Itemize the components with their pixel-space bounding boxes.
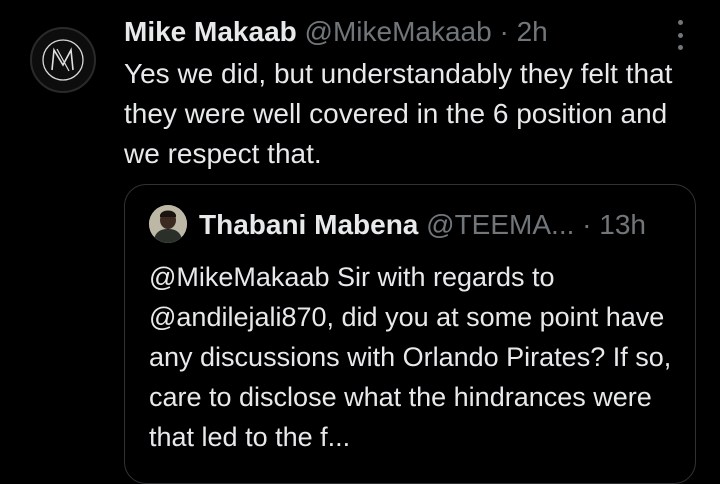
quoted-tweet[interactable]: Thabani Mabena @TEEMA... · 13h @MikeMaka… xyxy=(124,184,696,484)
author-avatar[interactable] xyxy=(30,27,96,93)
tweet-header: Mike Makaab @MikeMakaab · 2h xyxy=(124,12,548,52)
quoted-author-avatar[interactable] xyxy=(149,205,187,243)
quoted-author-name[interactable]: Thabani Mabena xyxy=(199,209,418,240)
quoted-author-handle[interactable]: @TEEMA... xyxy=(426,209,574,240)
separator-dot: · xyxy=(499,16,509,47)
monogram-m-logo-icon xyxy=(42,39,84,81)
quoted-tweet-text: @MikeMakaab Sir with regards to @andilej… xyxy=(149,262,672,452)
more-options-icon[interactable] xyxy=(670,20,690,50)
tweet-timestamp[interactable]: 2h xyxy=(517,16,548,47)
author-handle[interactable]: @MikeMakaab xyxy=(305,16,492,47)
tweet-text: Yes we did, but understandably they felt… xyxy=(124,58,673,169)
quoted-tweet-timestamp[interactable]: 13h xyxy=(599,209,646,240)
author-name[interactable]: Mike Makaab xyxy=(124,16,297,47)
quoted-tweet-header: Thabani Mabena @TEEMA... · 13h xyxy=(199,205,646,245)
profile-photo-icon xyxy=(149,205,187,243)
tweet[interactable]: Mike Makaab @MikeMakaab · 2h Yes we did,… xyxy=(0,0,720,484)
quoted-separator-dot: · xyxy=(582,209,592,240)
